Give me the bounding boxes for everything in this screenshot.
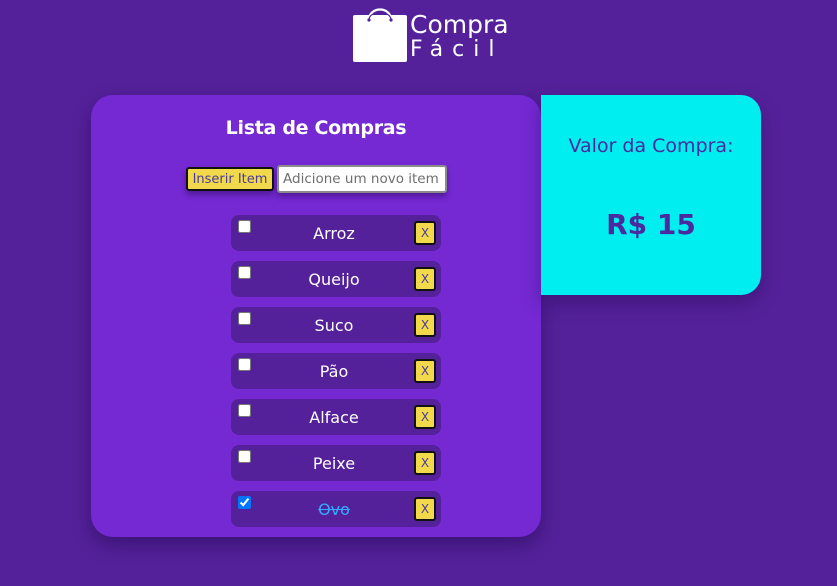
- remove-item-button[interactable]: X: [414, 405, 436, 429]
- remove-item-button[interactable]: X: [414, 497, 436, 521]
- item-label: Peixe: [312, 454, 356, 473]
- list-item: Peixe X: [231, 445, 441, 481]
- list-item: Alface X: [231, 399, 441, 435]
- item-label: Suco: [314, 316, 354, 335]
- list-item: Pão X: [231, 353, 441, 389]
- shopping-list-card: Lista de Compras Inserir Item ArrozXQuei…: [91, 95, 541, 537]
- list-title: Lista de Compras: [225, 117, 407, 139]
- logo-line1: Compra: [410, 10, 509, 39]
- add-item-button[interactable]: Inserir Item: [186, 167, 274, 191]
- shopping-bag-icon: [352, 4, 408, 64]
- item-label: Ovo: [318, 500, 350, 519]
- item-label: Arroz: [313, 224, 355, 243]
- remove-item-button[interactable]: X: [414, 313, 436, 337]
- logo-text: Compra Fácil: [410, 4, 509, 61]
- item-label: Queijo: [308, 270, 360, 289]
- list-item: Arroz X: [231, 215, 441, 251]
- item-label: Pão: [319, 362, 349, 381]
- summary-amount: R$ 15: [606, 208, 696, 241]
- remove-item-button[interactable]: X: [414, 221, 436, 245]
- summary-card: Valor da Compra: R$ 15: [541, 95, 761, 295]
- logo: Compra Fácil: [352, 4, 509, 64]
- add-item-row: Inserir Item: [186, 165, 447, 193]
- remove-item-button[interactable]: X: [414, 267, 436, 291]
- items-list: Arroz X Queijo X Suco X Pão X Alface X Peixe X Ovo X: [231, 215, 441, 537]
- remove-item-button[interactable]: X: [414, 359, 436, 383]
- app-page: Compra Fácil Lista de Compras Inserir It…: [0, 0, 837, 586]
- list-item: Suco X: [231, 307, 441, 343]
- remove-item-button[interactable]: X: [414, 451, 436, 475]
- new-item-input[interactable]: [277, 165, 447, 193]
- summary-title: Valor da Compra:: [568, 135, 734, 157]
- logo-line2: Fácil: [410, 37, 504, 62]
- list-item: Ovo X: [231, 491, 441, 527]
- list-item: Queijo X: [231, 261, 441, 297]
- item-label: Alface: [309, 408, 359, 427]
